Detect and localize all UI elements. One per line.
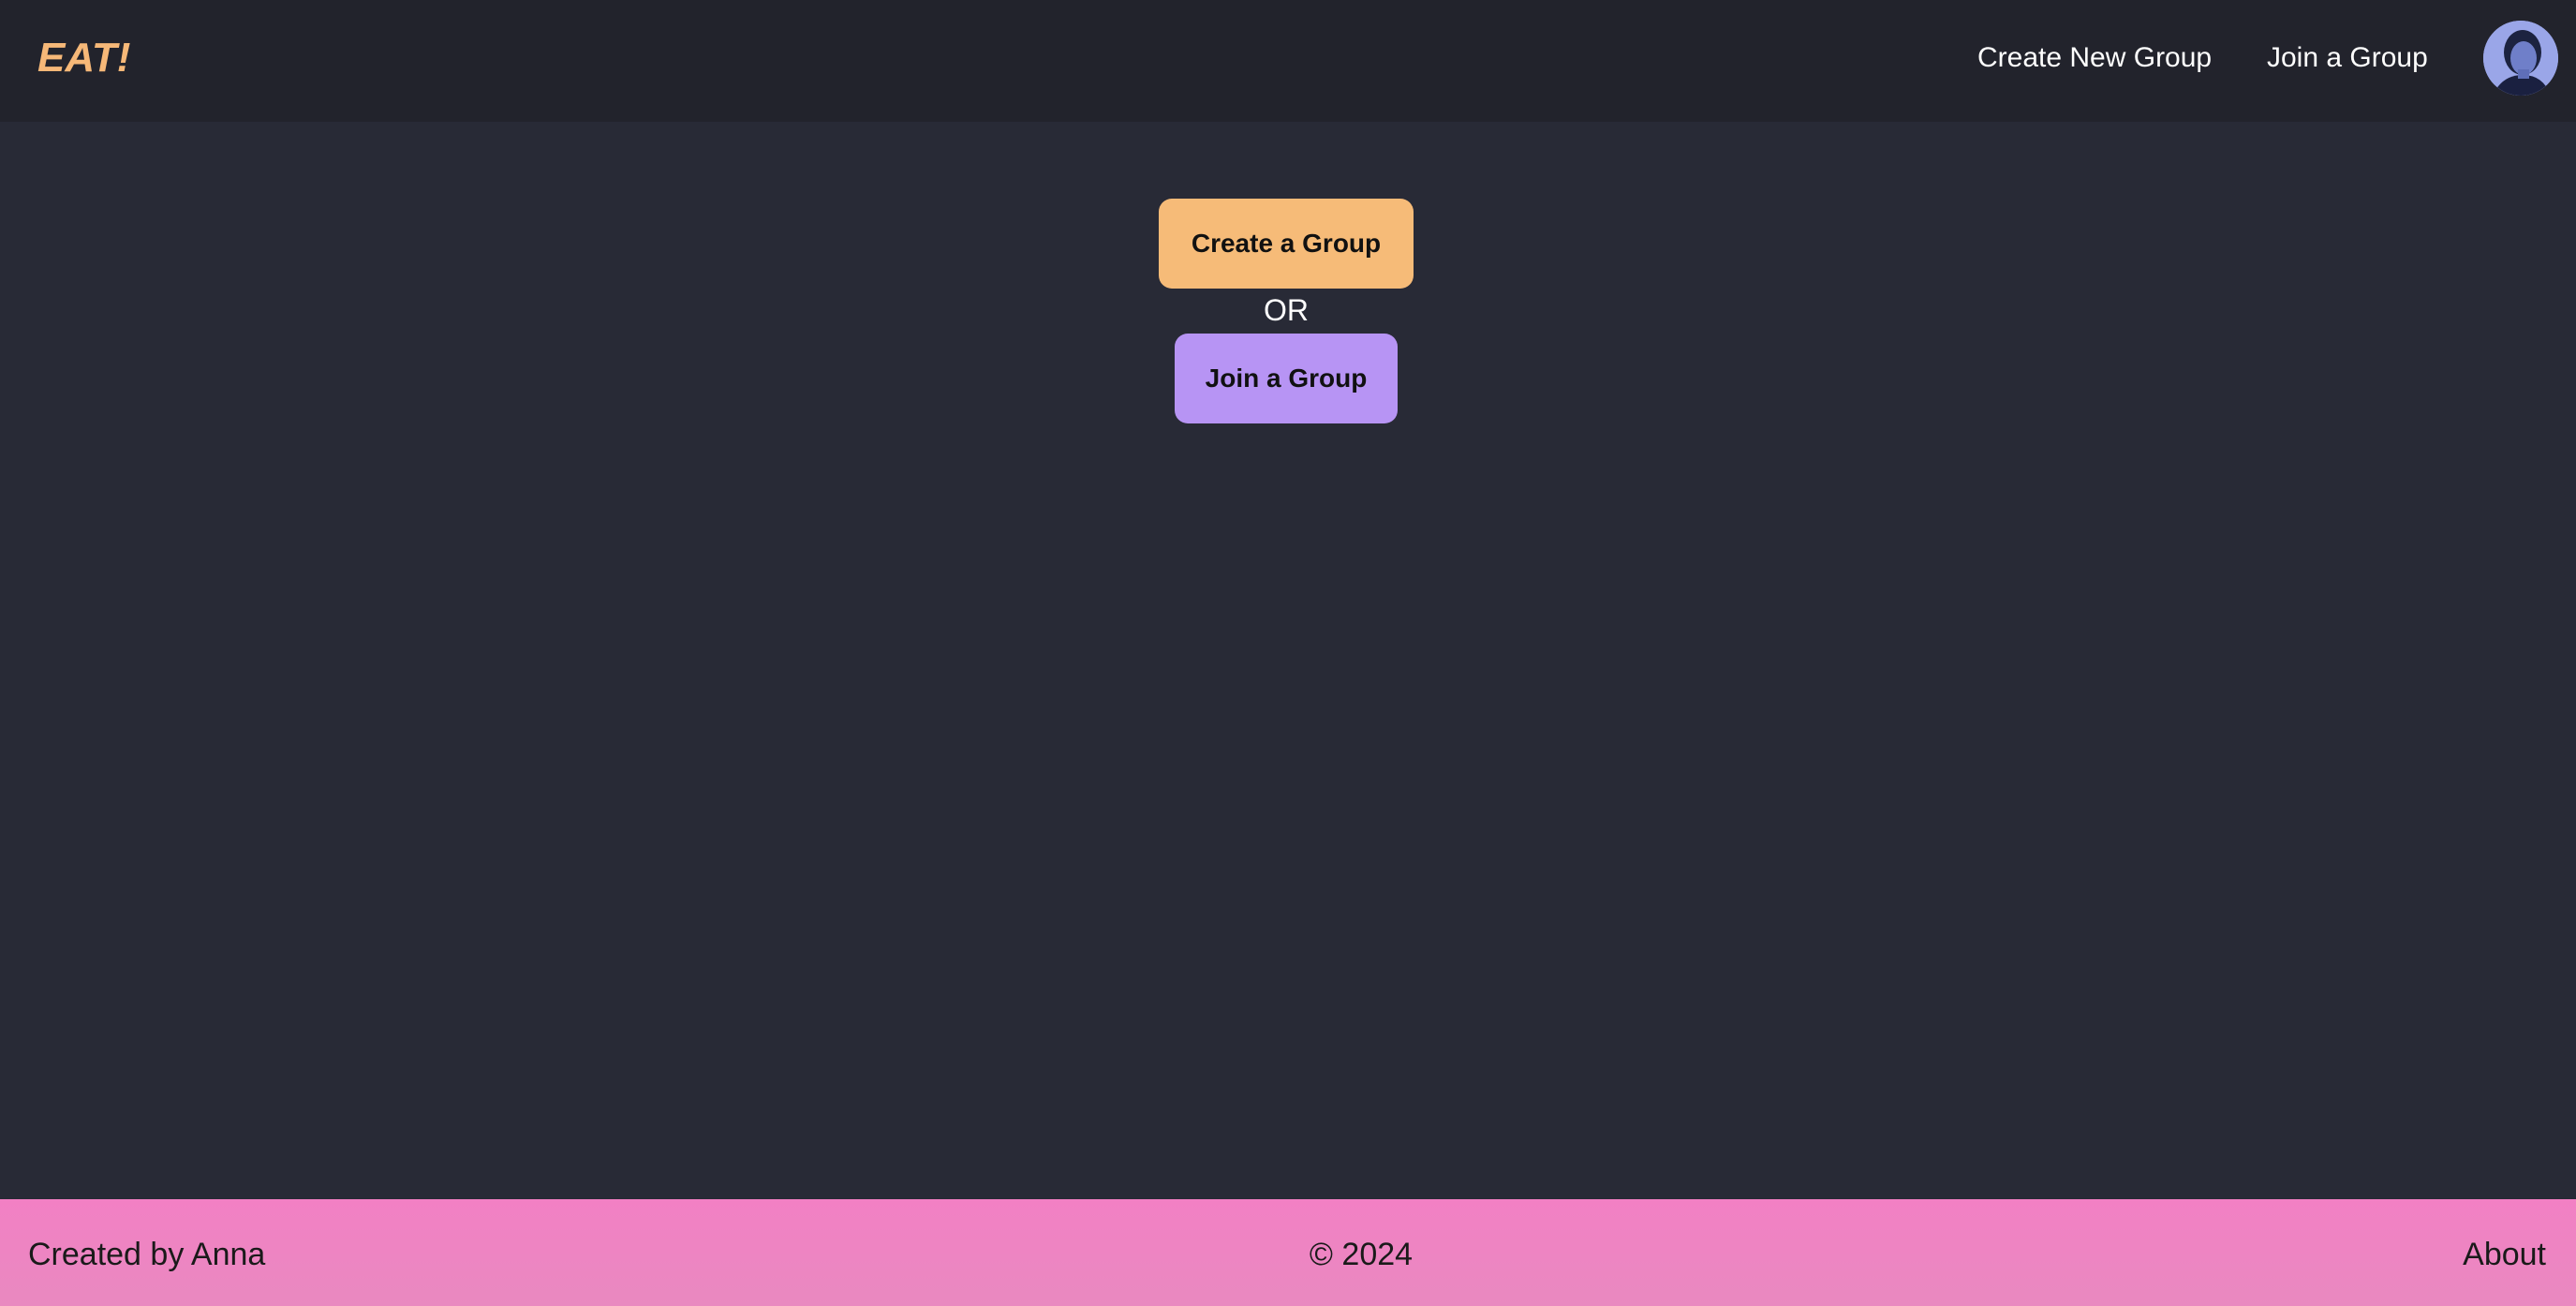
create-group-button[interactable]: Create a Group — [1159, 199, 1414, 289]
avatar-image — [2483, 21, 2558, 96]
footer: Created by Anna © 2024 About — [0, 1199, 2576, 1306]
brand-logo[interactable]: EAT! — [37, 32, 130, 84]
or-separator: OR — [1264, 293, 1309, 327]
join-group-button[interactable]: Join a Group — [1175, 334, 1398, 423]
nav-create-new-group-link[interactable]: Create New Group — [1977, 39, 2212, 77]
navbar: EAT! Create New Group Join a Group — [0, 0, 2576, 122]
footer-about-link[interactable]: About — [2463, 1234, 2546, 1275]
footer-copyright: © 2024 — [1309, 1237, 1414, 1272]
main-content: Create a Group OR Join a Group — [0, 122, 2576, 1199]
nav-join-group-link[interactable]: Join a Group — [2267, 39, 2428, 77]
user-avatar-icon[interactable] — [2483, 21, 2558, 96]
